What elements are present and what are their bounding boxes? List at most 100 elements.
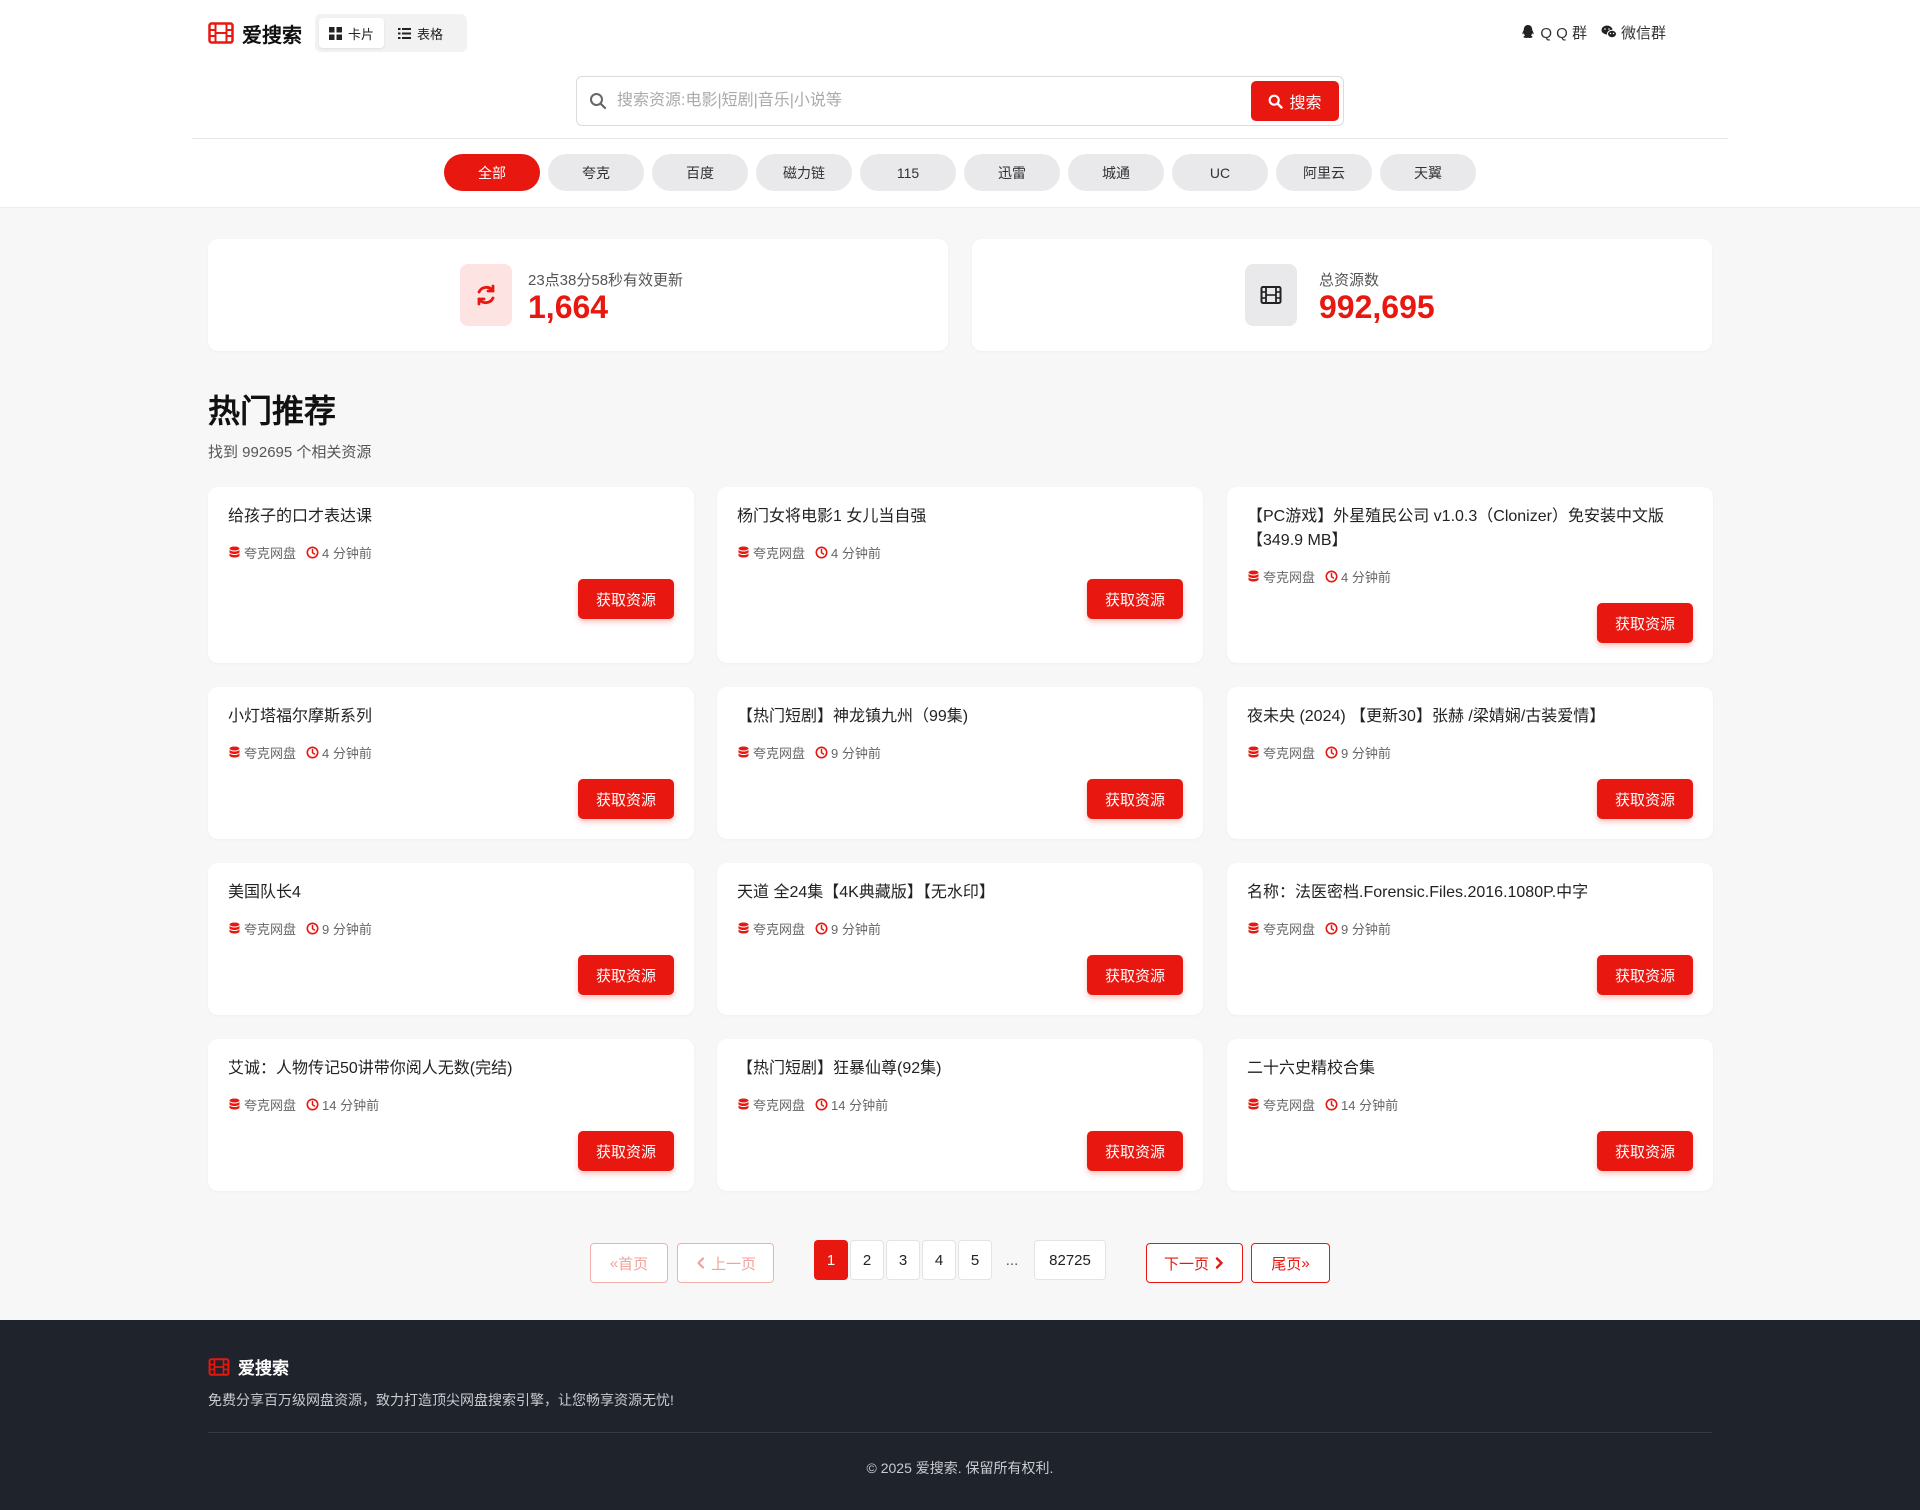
resource-time: 14 分钟前 (815, 1095, 888, 1114)
resource-source-label: 夸克网盘 (1263, 570, 1316, 585)
category-chip[interactable]: 阿里云 (1276, 154, 1372, 191)
database-icon (1247, 922, 1260, 935)
category-chip[interactable]: 城通 (1068, 154, 1164, 191)
resource-source: 夸克网盘 (737, 919, 805, 938)
stat-total-label: 总资源数 (1319, 272, 1380, 289)
resource-meta: 夸克网盘 9 分钟前 (1247, 743, 1391, 762)
first-page-button[interactable]: «首页 (590, 1243, 668, 1283)
page-number[interactable]: 2 (850, 1240, 884, 1280)
next-page-button[interactable]: 下一页 (1146, 1243, 1243, 1283)
film-icon (1245, 264, 1297, 326)
wechat-group-link[interactable]: 微信群 (1601, 20, 1666, 44)
card-view-button[interactable]: 卡片 (319, 18, 385, 48)
resource-card: 艾诚：人物传记50讲带你阅人无数(完结) 夸克网盘 14 分钟前获取资源 (208, 1039, 694, 1191)
search-icon (1269, 94, 1284, 109)
resource-time-label: 9 分钟前 (1341, 922, 1391, 937)
get-resource-button[interactable]: 获取资源 (578, 955, 674, 995)
search-icon (590, 93, 607, 110)
resource-time-label: 14 分钟前 (831, 1098, 889, 1113)
resource-card: 小灯塔福尔摩斯系列 夸克网盘 4 分钟前 获取资源 (208, 687, 694, 839)
last-page-button[interactable]: 尾页» (1251, 1243, 1330, 1283)
resource-meta: 夸克网盘 9 分钟前 (737, 919, 881, 938)
resource-source-label: 夸克网盘 (244, 922, 297, 937)
get-resource-button[interactable]: 获取资源 (1597, 1131, 1693, 1171)
resource-time: 4 分钟前 (815, 543, 881, 562)
get-resource-button[interactable]: 获取资源 (578, 1131, 674, 1171)
refresh-icon (460, 264, 512, 326)
resource-time-label: 9 分钟前 (831, 746, 881, 761)
resource-source-label: 夸克网盘 (1263, 746, 1316, 761)
view-toggle: 卡片 表格 (315, 14, 467, 52)
database-icon (228, 1098, 241, 1111)
resource-time: 9 分钟前 (306, 919, 372, 938)
resource-time-label: 4 分钟前 (1341, 570, 1391, 585)
get-resource-button[interactable]: 获取资源 (1087, 779, 1183, 819)
resource-time: 9 分钟前 (815, 919, 881, 938)
database-icon (1247, 570, 1260, 583)
resource-title[interactable]: 【PC游戏】外星殖民公司 v1.0.3（Clonizer）免安装中文版【349.… (1247, 505, 1697, 553)
database-icon (228, 746, 241, 759)
category-chip[interactable]: 115 (860, 154, 956, 191)
resource-source-label: 夸克网盘 (244, 746, 297, 761)
prev-page-button[interactable]: 上一页 (677, 1243, 774, 1283)
resource-title[interactable]: 天道 全24集【4K典藏版】【无水印】 (737, 881, 1187, 905)
get-resource-button[interactable]: 获取资源 (1597, 779, 1693, 819)
qq-group-link[interactable]: Q Q 群 (1520, 20, 1587, 44)
get-resource-button[interactable]: 获取资源 (1597, 603, 1693, 643)
resource-title[interactable]: 杨门女将电影1 女儿当自强 (737, 505, 1187, 529)
resource-card: 【热门短剧】狂暴仙尊(92集) 夸克网盘 14 分钟前 获取资源 (717, 1039, 1203, 1191)
resource-title[interactable]: 小灯塔福尔摩斯系列 (228, 705, 678, 729)
get-resource-button[interactable]: 获取资源 (1087, 579, 1183, 619)
resource-time-label: 4 分钟前 (831, 546, 881, 561)
get-resource-button[interactable]: 获取资源 (1087, 955, 1183, 995)
resource-time-label: 9 分钟前 (1341, 746, 1391, 761)
category-chip[interactable]: 磁力链 (756, 154, 852, 191)
get-resource-button[interactable]: 获取资源 (578, 779, 674, 819)
page-number[interactable]: 5 (958, 1240, 992, 1280)
search-button[interactable]: 搜索 (1251, 81, 1339, 121)
clock-icon (306, 546, 319, 559)
clock-icon (815, 546, 828, 559)
category-chip[interactable]: 迅雷 (964, 154, 1060, 191)
get-resource-button[interactable]: 获取资源 (1597, 955, 1693, 995)
page-number-last[interactable]: 82725 (1034, 1240, 1106, 1280)
get-resource-button[interactable]: 获取资源 (578, 579, 674, 619)
resource-time-label: 14 分钟前 (322, 1098, 380, 1113)
clock-icon (306, 1098, 319, 1111)
database-icon (228, 922, 241, 935)
resource-source: 夸克网盘 (228, 543, 296, 562)
page-number[interactable]: 3 (886, 1240, 920, 1280)
search-input[interactable] (607, 79, 1251, 123)
category-chip[interactable]: 百度 (652, 154, 748, 191)
resource-card: 【PC游戏】外星殖民公司 v1.0.3（Clonizer）免安装中文版【349.… (1227, 487, 1713, 663)
resource-title[interactable]: 美国队长4 (228, 881, 678, 905)
resource-time: 4 分钟前 (306, 543, 372, 562)
resource-title[interactable]: 夜未央 (2024) 【更新30】张赫 /梁婧娴/古装爱情】 (1247, 705, 1697, 729)
clock-icon (1325, 922, 1338, 935)
page-number[interactable]: 4 (922, 1240, 956, 1280)
resource-title[interactable]: 名称：法医密档.Forensic.Files.2016.1080P.中字 (1247, 881, 1697, 905)
resource-title[interactable]: 二十六史精校合集 (1247, 1057, 1697, 1081)
clock-icon (815, 746, 828, 759)
resource-title[interactable]: 【热门短剧】神龙镇九州（99集) (737, 705, 1187, 729)
resource-title[interactable]: 给孩子的口才表达课 (228, 505, 678, 529)
database-icon (1247, 746, 1260, 759)
resource-time: 14 分钟前 (1325, 1095, 1398, 1114)
database-icon (737, 746, 750, 759)
category-chip[interactable]: 天翼 (1380, 154, 1476, 191)
site-footer: 爱搜索 免费分享百万级网盘资源，致力打造顶尖网盘搜索引擎，让您畅享资源无忧! ©… (0, 1320, 1920, 1510)
category-chip[interactable]: 全部 (444, 154, 540, 191)
resource-meta: 夸克网盘 14 分钟前 (228, 1095, 379, 1114)
get-resource-button[interactable]: 获取资源 (1087, 1131, 1183, 1171)
resource-title[interactable]: 【热门短剧】狂暴仙尊(92集) (737, 1057, 1187, 1081)
category-chip[interactable]: UC (1172, 154, 1268, 191)
resource-title[interactable]: 艾诚：人物传记50讲带你阅人无数(完结) (228, 1057, 678, 1081)
resource-time-label: 14 分钟前 (1341, 1098, 1399, 1113)
resource-source-label: 夸克网盘 (753, 922, 806, 937)
resource-source: 夸克网盘 (228, 743, 296, 762)
brand-logo[interactable]: 爱搜索 (208, 20, 302, 47)
table-view-button[interactable]: 表格 (388, 18, 453, 48)
page-number-current[interactable]: 1 (814, 1240, 848, 1280)
prev-page-label: 上一页 (710, 1255, 756, 1273)
category-chip[interactable]: 夸克 (548, 154, 644, 191)
